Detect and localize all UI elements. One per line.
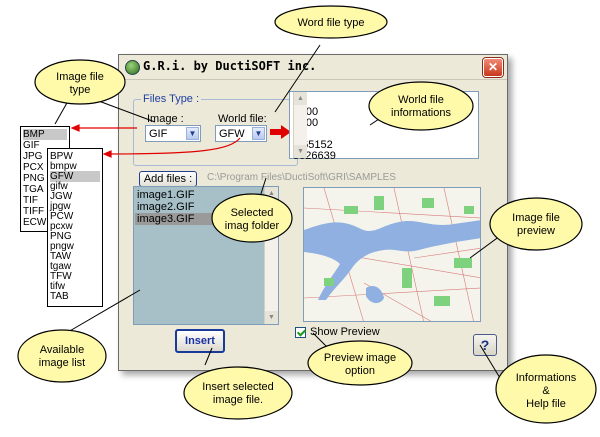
svg-text:informations: informations bbox=[391, 107, 451, 119]
callout-word-file-type: Word file type bbox=[274, 5, 388, 39]
svg-text:type: type bbox=[70, 84, 91, 96]
callout-insert-selected: Insert selected image file. bbox=[183, 366, 293, 420]
svg-text:Image file: Image file bbox=[512, 212, 560, 224]
svg-text:Insert selected: Insert selected bbox=[202, 381, 274, 393]
svg-text:preview: preview bbox=[517, 225, 555, 237]
callout-available-list: Available image list bbox=[17, 329, 107, 383]
svg-text:image file.: image file. bbox=[213, 394, 263, 406]
callout-selected-folder: Selected imag folder bbox=[211, 193, 293, 243]
svg-text:Informations: Informations bbox=[516, 372, 577, 384]
callout-help-file: Informations & Help file bbox=[495, 354, 597, 424]
callout-world-file-info: World file informations bbox=[368, 81, 474, 131]
svg-text:Image file: Image file bbox=[56, 71, 104, 83]
svg-text:Available: Available bbox=[40, 344, 84, 356]
callout-preview-option: Preview image option bbox=[307, 340, 413, 386]
svg-text:Selected: Selected bbox=[231, 207, 274, 219]
svg-text:&: & bbox=[542, 385, 550, 397]
svg-text:World file: World file bbox=[398, 94, 444, 106]
svg-text:Preview image: Preview image bbox=[324, 352, 396, 364]
svg-text:option: option bbox=[345, 365, 375, 377]
callout-image-preview: Image file preview bbox=[489, 197, 583, 251]
svg-text:Word file type: Word file type bbox=[297, 17, 364, 29]
svg-text:image list: image list bbox=[39, 357, 85, 369]
svg-text:Help file: Help file bbox=[526, 398, 566, 410]
callout-layer: Word file type Image file type World fil… bbox=[17, 5, 597, 424]
callout-image-file-type: Image file type bbox=[34, 59, 126, 105]
svg-text:imag folder: imag folder bbox=[225, 220, 280, 232]
